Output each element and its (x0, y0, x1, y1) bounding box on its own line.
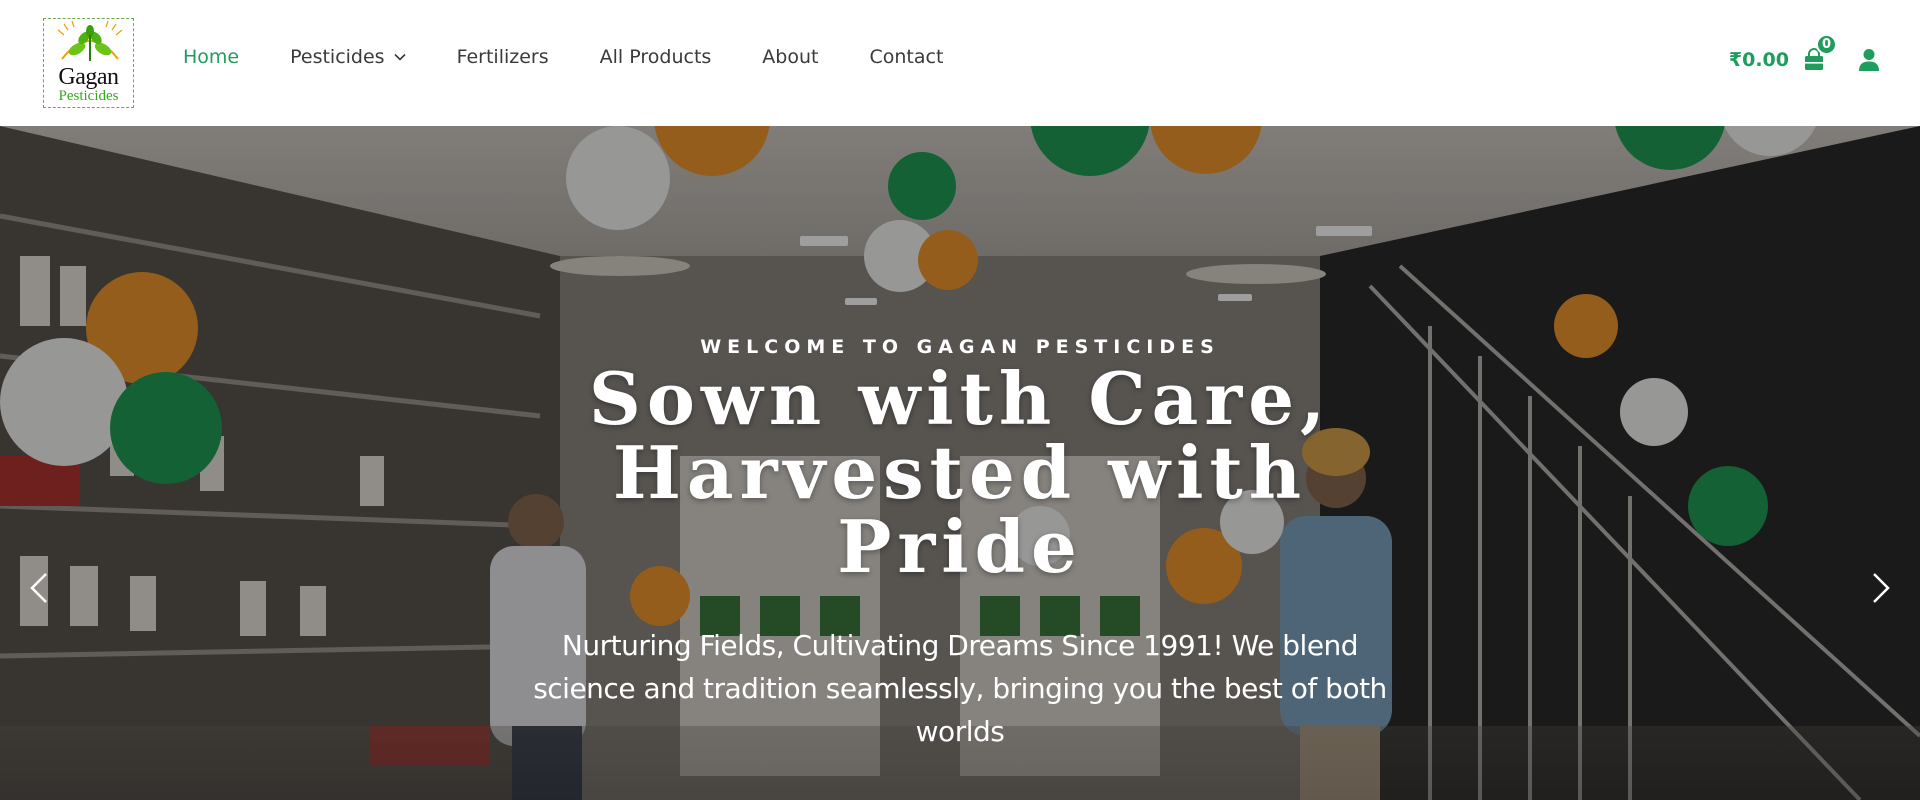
nav-item-label: Home (183, 46, 240, 68)
chevron-down-icon (394, 53, 406, 61)
nav-item-label: About (762, 46, 819, 68)
cart-button[interactable]: 0 (1802, 34, 1837, 72)
nav-item-about[interactable]: About (762, 46, 818, 68)
header-actions: ₹0.00 0 (1729, 34, 1880, 72)
hero-subtext: Nurturing Fields, Cultivating Dreams Sin… (533, 629, 1387, 748)
headline-line-1: Sown with Care, (588, 356, 1332, 441)
nav-item-home[interactable]: Home (183, 46, 239, 68)
hero-slider: WELCOME TO GAGAN PESTICIDES Sown with Ca… (0, 126, 1920, 800)
logo-text-gagan: Gagan (58, 64, 119, 90)
headline-line-2: Harvested with (612, 430, 1308, 515)
brand-logo[interactable]: Gagan Pesticides (43, 18, 134, 108)
nav-item-fertilizers[interactable]: Fertilizers (457, 46, 549, 68)
hero-headline: Sown with Care, Harvested with Pride (560, 362, 1360, 584)
site-header: Gagan Pesticides Home Pesticides Fertili… (0, 0, 1920, 126)
logo-text-pesticides: Pesticides (58, 88, 119, 104)
nav-item-label: Contact (869, 46, 944, 68)
nav-item-label: All Products (599, 46, 712, 68)
nav-item-pesticides[interactable]: Pesticides (290, 46, 406, 68)
chevron-left-icon[interactable] (24, 566, 54, 610)
nav-item-label: Fertilizers (456, 46, 549, 68)
user-icon[interactable] (1858, 48, 1880, 72)
cart-count-badge: 0 (1816, 34, 1837, 55)
hero-content: WELCOME TO GAGAN PESTICIDES Sown with Ca… (0, 126, 1920, 800)
main-nav: Home Pesticides Fertilizers All Products… (183, 46, 994, 68)
nav-item-contact[interactable]: Contact (869, 46, 943, 68)
hero-eyebrow: WELCOME TO GAGAN PESTICIDES (700, 336, 1220, 358)
cart-total[interactable]: ₹0.00 (1729, 49, 1789, 71)
leaf-sun-logo-icon (57, 20, 123, 61)
chevron-right-icon[interactable] (1866, 566, 1896, 610)
headline-line-3: Pride (837, 504, 1083, 589)
nav-item-label: Pesticides (290, 46, 385, 68)
nav-item-all-products[interactable]: All Products (600, 46, 712, 68)
